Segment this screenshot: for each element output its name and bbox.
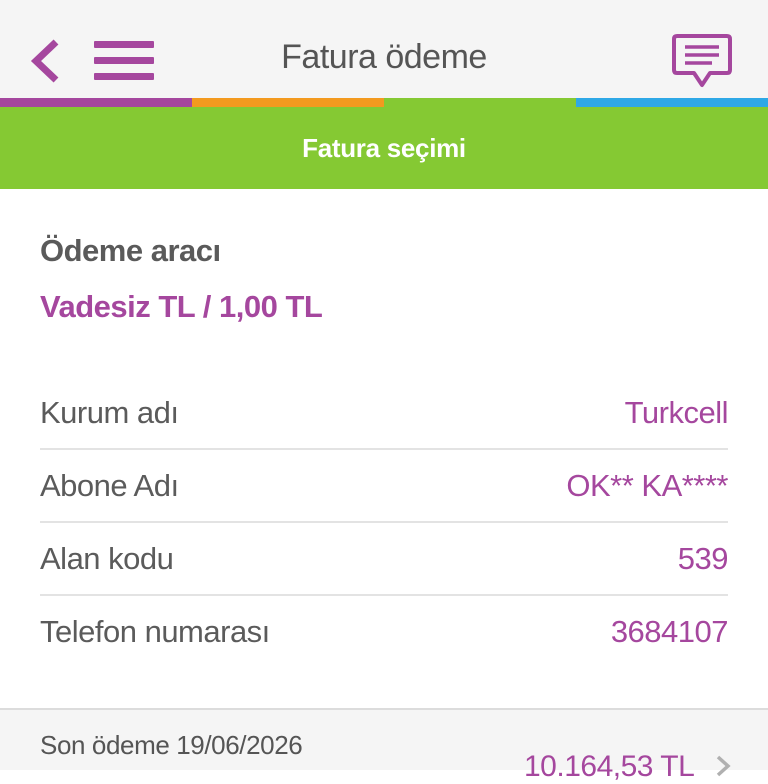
detail-value: 3684107	[610, 613, 729, 649]
top-bar: Fatura ödeme	[0, 0, 768, 100]
chat-bubble-icon[interactable]	[672, 32, 732, 90]
payment-method-value[interactable]: Vadesiz TL / 1,00 TL	[40, 289, 323, 325]
page-title: Fatura ödeme	[281, 38, 487, 76]
detail-row-institution: Kurum adı Turkcell	[40, 376, 729, 449]
detail-row-area-code: Alan kodu 539	[40, 522, 729, 595]
color-stripes	[0, 98, 768, 107]
bill-due-date: Son ödeme 19/06/2026	[40, 730, 303, 760]
section-header-bill-selection: Fatura seçimi	[0, 107, 768, 189]
detail-label: Alan kodu	[40, 540, 174, 576]
detail-label: Kurum adı	[40, 394, 179, 430]
bill-item[interactable]: Son ödeme 19/06/2026 10.164,53 TL	[0, 708, 768, 783]
detail-row-phone: Telefon numarası 3684107	[40, 595, 729, 668]
detail-value: Turkcell	[624, 394, 729, 430]
bill-amount: 10.164,53 TL	[524, 750, 695, 783]
detail-row-subscriber: Abone Adı OK** KA****	[40, 449, 728, 522]
detail-value: 539	[677, 540, 729, 576]
payment-method-label: Ödeme aracı	[40, 233, 221, 268]
chevron-right-icon	[716, 755, 731, 777]
detail-value: OK** KA****	[566, 467, 728, 503]
detail-label: Telefon numarası	[40, 613, 270, 649]
detail-label: Abone Adı	[40, 467, 179, 503]
